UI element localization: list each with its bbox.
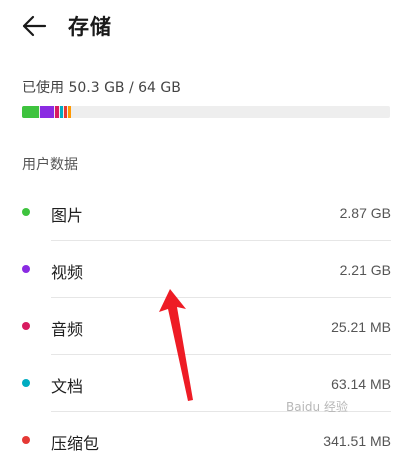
storage-item-videos[interactable]: 视频 2.21 GB bbox=[0, 241, 403, 298]
item-size: 341.51 MB bbox=[323, 433, 391, 449]
watermark-text: Baidu 经验 bbox=[286, 400, 348, 414]
item-size: 25.21 MB bbox=[331, 319, 391, 335]
status-dot-icon bbox=[22, 208, 30, 216]
item-label: 视频 bbox=[51, 263, 84, 282]
status-dot-icon bbox=[22, 379, 30, 387]
item-size: 63.14 MB bbox=[331, 376, 391, 392]
section-title-user-data: 用户数据 bbox=[22, 157, 78, 173]
usage-bar-segment bbox=[67, 106, 71, 118]
back-button[interactable] bbox=[14, 8, 54, 44]
item-size: 2.21 GB bbox=[339, 262, 391, 278]
storage-item-audio[interactable]: 音频 25.21 MB bbox=[0, 298, 403, 355]
item-label: 文档 bbox=[51, 377, 84, 396]
header: 存储 bbox=[0, 0, 403, 56]
usage-bar-segment bbox=[59, 106, 64, 118]
item-label: 图片 bbox=[51, 206, 84, 225]
storage-item-pictures[interactable]: 图片 2.87 GB bbox=[0, 184, 403, 241]
usage-bar-segment bbox=[22, 106, 40, 118]
storage-item-archives[interactable]: 压缩包 341.51 MB bbox=[0, 412, 403, 469]
item-size: 2.87 GB bbox=[339, 205, 391, 221]
usage-bar-segment bbox=[40, 106, 54, 118]
usage-bar-segment bbox=[54, 106, 59, 118]
arrow-left-icon bbox=[22, 15, 47, 37]
page-title: 存储 bbox=[68, 15, 112, 39]
status-dot-icon bbox=[22, 265, 30, 273]
item-label: 压缩包 bbox=[51, 434, 100, 453]
status-dot-icon bbox=[22, 322, 30, 330]
item-label: 音频 bbox=[51, 320, 84, 339]
storage-usage-bar bbox=[22, 106, 390, 118]
status-dot-icon bbox=[22, 436, 30, 444]
storage-usage-text: 已使用 50.3 GB / 64 GB bbox=[22, 80, 181, 96]
usage-bar-segment bbox=[64, 106, 67, 118]
